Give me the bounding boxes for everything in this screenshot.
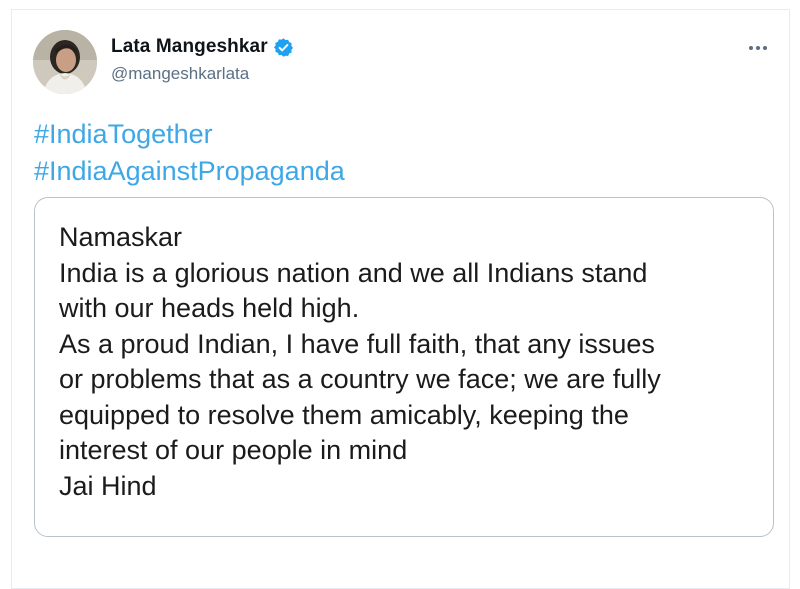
statement-line: equipped to resolve them amicably, keepi… xyxy=(59,399,629,430)
display-name-row: Lata Mangeshkar xyxy=(111,34,294,60)
tweet-card: Lata Mangeshkar @mangeshkarlata #IndiaTo… xyxy=(11,9,790,589)
statement-line: Namaskar xyxy=(59,222,183,252)
statement-image[interactable]: Namaskar India is a glorious nation and … xyxy=(34,197,774,537)
tweet-header: Lata Mangeshkar @mangeshkarlata xyxy=(33,28,773,98)
display-name[interactable]: Lata Mangeshkar xyxy=(111,36,268,58)
hashtag-link[interactable]: #IndiaTogether xyxy=(34,116,345,153)
statement-line: interest of our people in mind xyxy=(59,435,408,465)
statement-line: Jai Hind xyxy=(59,470,157,501)
statement-line: or problems that as a country we face; w… xyxy=(59,364,661,394)
statement-line: As a proud Indian, I have full faith, th… xyxy=(59,328,655,359)
more-options-button[interactable] xyxy=(743,36,773,60)
more-options-icon xyxy=(749,46,753,50)
more-options-icon-dot xyxy=(763,46,767,50)
profile-photo xyxy=(33,30,97,94)
user-info: Lata Mangeshkar @mangeshkarlata xyxy=(111,34,294,84)
hashtags: #IndiaTogether #IndiaAgainstPropaganda xyxy=(34,116,345,190)
user-handle[interactable]: @mangeshkarlata xyxy=(111,64,294,84)
avatar[interactable] xyxy=(33,30,97,94)
verified-badge-icon xyxy=(273,37,294,58)
hashtag-link[interactable]: #IndiaAgainstPropaganda xyxy=(34,153,345,190)
more-options-icon-dot xyxy=(756,46,760,50)
statement-line: with our heads held high. xyxy=(59,293,360,323)
statement-line: India is a glorious nation and we all In… xyxy=(59,257,648,288)
